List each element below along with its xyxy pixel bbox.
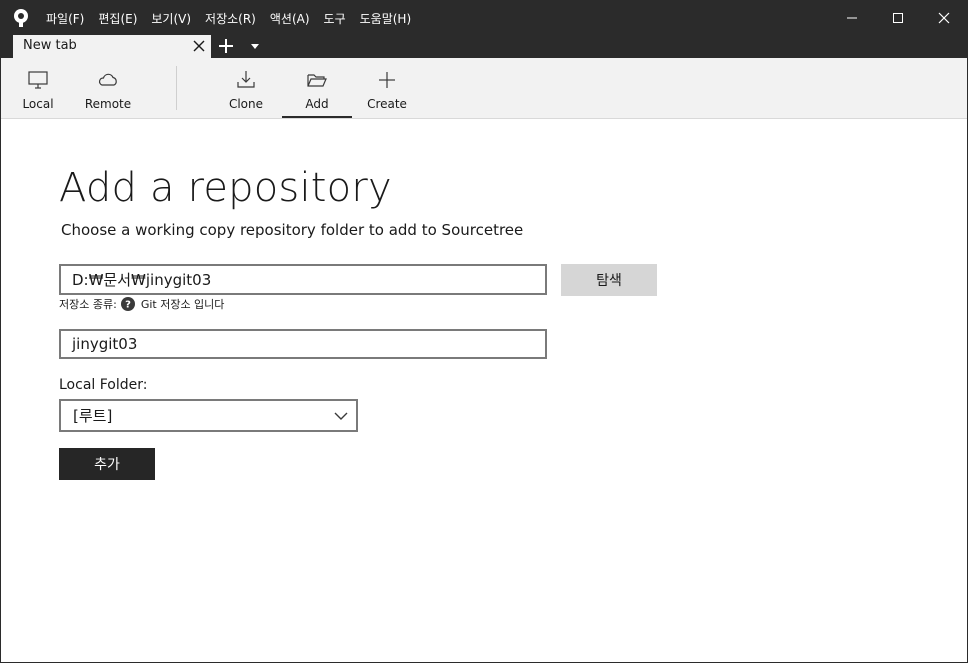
- maximize-icon: [893, 13, 903, 23]
- menu-bar: 파일(F) 편집(E) 보기(V) 저장소(R) 액션(A) 도구 도움말(H): [46, 10, 425, 27]
- close-icon: [938, 12, 950, 24]
- repository-path-input[interactable]: D:₩문서₩jinygit03: [59, 264, 547, 295]
- repository-type-info: 저장소 종류: ? Git 저장소 입니다: [59, 296, 224, 312]
- menu-actions[interactable]: 액션(A): [270, 10, 310, 27]
- plus-icon: [379, 72, 395, 88]
- local-folder-selected-value: [루트]: [73, 407, 113, 425]
- tab-strip: New tab: [1, 35, 967, 58]
- download-icon: [237, 71, 255, 88]
- new-tab-plus-icon[interactable]: [217, 37, 235, 55]
- toolbar: Local Remote Clone Add Create: [1, 58, 967, 119]
- page-subtitle: Choose a working copy repository folder …: [61, 221, 524, 239]
- toolbar-clone-label: Clone: [228, 97, 264, 111]
- app-window: 파일(F) 편집(E) 보기(V) 저장소(R) 액션(A) 도구 도움말(H)…: [0, 0, 968, 663]
- tab-close-icon[interactable]: [193, 40, 205, 52]
- folder-open-icon: [307, 74, 327, 87]
- page-title: Add a repository: [59, 165, 392, 211]
- minimize-button[interactable]: [829, 1, 875, 35]
- window-controls: [829, 1, 967, 35]
- cloud-icon: [98, 73, 117, 86]
- toolbar-add-button[interactable]: Add: [282, 58, 352, 118]
- menu-file[interactable]: 파일(F): [46, 10, 84, 27]
- add-repository-button[interactable]: 추가: [59, 448, 155, 480]
- close-window-button[interactable]: [921, 1, 967, 35]
- toolbar-clone-button[interactable]: Clone: [223, 58, 269, 118]
- title-bar: 파일(F) 편집(E) 보기(V) 저장소(R) 액션(A) 도구 도움말(H): [1, 1, 967, 35]
- tab-list-dropdown-icon[interactable]: [250, 43, 260, 51]
- monitor-icon: [28, 71, 48, 89]
- menu-tools[interactable]: 도구: [324, 10, 346, 27]
- toolbar-remote-button[interactable]: Remote: [81, 58, 135, 118]
- maximize-button[interactable]: [875, 1, 921, 35]
- svg-text:?: ?: [125, 300, 131, 311]
- repository-type-label: 저장소 종류:: [59, 298, 117, 311]
- menu-edit[interactable]: 편집(E): [98, 10, 137, 27]
- repository-path-value: D:₩문서₩jinygit03: [72, 271, 212, 289]
- menu-view[interactable]: 보기(V): [151, 10, 191, 27]
- repository-name-value: jinygit03: [72, 335, 138, 353]
- tab-label: New tab: [23, 38, 77, 53]
- sourcetree-logo-icon: [14, 9, 28, 27]
- toolbar-local-button[interactable]: Local: [15, 58, 61, 118]
- toolbar-remote-label: Remote: [84, 97, 132, 111]
- toolbar-create-button[interactable]: Create: [363, 58, 411, 118]
- local-folder-select[interactable]: [루트]: [59, 399, 358, 432]
- question-circle-icon[interactable]: ?: [120, 297, 135, 311]
- toolbar-separator: [176, 66, 177, 110]
- minimize-icon: [847, 17, 857, 19]
- local-folder-label: Local Folder:: [59, 377, 148, 393]
- repository-name-input[interactable]: jinygit03: [59, 329, 547, 359]
- menu-help[interactable]: 도움말(H): [360, 10, 412, 27]
- toolbar-local-label: Local: [22, 97, 54, 111]
- chevron-down-icon: [334, 412, 348, 420]
- tab-new-tab[interactable]: New tab: [13, 35, 211, 58]
- toolbar-create-label: Create: [367, 97, 407, 111]
- browse-button[interactable]: 탐색: [561, 264, 657, 296]
- repository-type-value: Git 저장소 입니다: [140, 298, 225, 311]
- toolbar-add-label: Add: [305, 97, 329, 111]
- menu-repository[interactable]: 저장소(R): [205, 10, 256, 27]
